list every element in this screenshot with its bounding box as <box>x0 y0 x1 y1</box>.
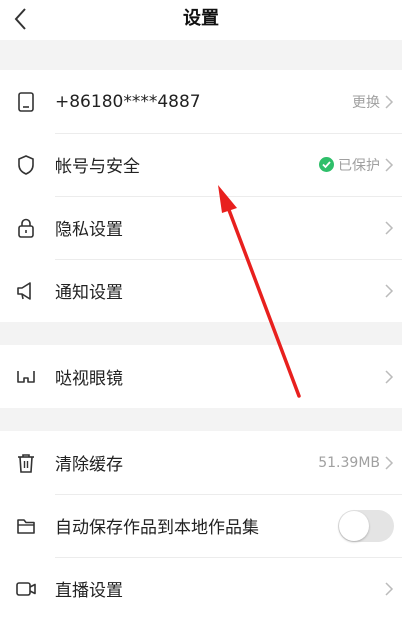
autosave-row: 自动保存作品到本地作品集 <box>0 494 402 557</box>
account-security-row[interactable]: 帐号与安全 已保护 <box>0 133 402 196</box>
trash-icon <box>18 453 34 473</box>
live-settings-row[interactable]: 直播设置 <box>0 557 402 620</box>
camera-icon <box>16 581 36 596</box>
autosave-toggle[interactable] <box>338 509 394 542</box>
chevron-right-icon <box>385 283 394 298</box>
row-divider <box>55 196 402 197</box>
phone-row[interactable]: +86180****4887 更换 <box>0 70 402 133</box>
clear-cache-row[interactable]: 清除缓存 51.39MB <box>0 431 402 494</box>
chevron-right-icon <box>385 220 394 235</box>
megaphone-icon <box>17 281 31 300</box>
privacy-settings-row[interactable]: 隐私设置 <box>0 196 402 259</box>
glasses-row[interactable]: 哒视眼镜 <box>0 345 402 408</box>
shield-icon <box>18 154 34 175</box>
autosave-label: 自动保存作品到本地作品集 <box>55 518 259 538</box>
row-divider <box>55 133 402 134</box>
privacy-settings-label: 隐私设置 <box>55 220 123 240</box>
glasses-label: 哒视眼镜 <box>55 369 123 389</box>
clear-cache-label: 清除缓存 <box>55 455 123 475</box>
device-group: 哒视眼镜 <box>0 345 402 408</box>
page-title: 设置 <box>183 8 219 29</box>
chevron-right-icon <box>385 455 394 470</box>
phone-number: +86180****4887 <box>55 91 201 112</box>
section-gap <box>0 40 402 70</box>
chevron-right-icon <box>385 369 394 384</box>
change-phone-link[interactable]: 更换 <box>352 92 380 112</box>
notification-settings-row[interactable]: 通知设置 <box>0 259 402 322</box>
account-group: +86180****4887 更换 帐号与安全 已保护 隐私设置 通知设置 <box>0 70 402 322</box>
protection-status: 已保护 <box>338 157 380 174</box>
chevron-right-icon <box>385 581 394 596</box>
lock-icon <box>18 218 34 238</box>
account-security-label: 帐号与安全 <box>55 157 140 177</box>
top-bar: 设置 <box>0 0 402 40</box>
row-divider <box>55 557 402 558</box>
check-circle-icon <box>319 157 334 172</box>
row-divider <box>55 494 402 495</box>
storage-group: 清除缓存 51.39MB 自动保存作品到本地作品集 直播设置 <box>0 431 402 620</box>
notification-settings-label: 通知设置 <box>55 283 123 303</box>
glasses-icon <box>17 370 35 383</box>
folder-icon <box>17 518 35 534</box>
chevron-right-icon <box>385 157 394 172</box>
section-gap <box>0 322 402 345</box>
cache-size: 51.39MB <box>318 454 380 471</box>
chevron-right-icon <box>385 94 394 109</box>
toggle-knob <box>339 510 369 541</box>
row-divider <box>55 259 402 260</box>
live-settings-label: 直播设置 <box>55 581 123 601</box>
section-gap <box>0 408 402 431</box>
phone-icon <box>18 91 34 112</box>
